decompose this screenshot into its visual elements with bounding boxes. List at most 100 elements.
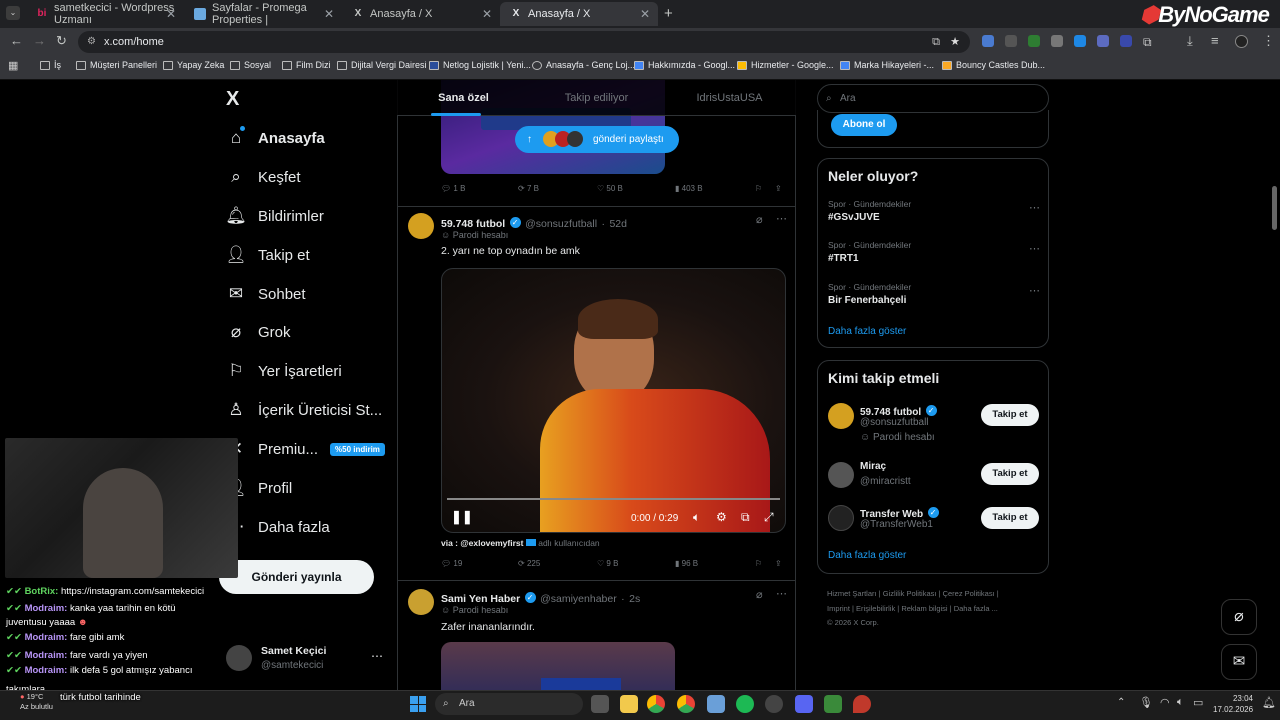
tweet-post[interactable]: Sami Yen Haber ✓ @samiyenhaber · 2s ⌀ ⋯ …	[398, 581, 795, 690]
site-info-icon[interactable]: ⚙	[87, 31, 96, 53]
author-handle[interactable]: @sonsuzfutball	[525, 218, 597, 230]
like-button[interactable]: ♡ 9 B	[597, 559, 675, 568]
battery-icon[interactable]: ▭	[1193, 696, 1203, 709]
like-button[interactable]: ♡ 50 B	[597, 184, 675, 193]
follow-suggestion[interactable]: Transfer Web ✓ @TransferWeb1 Takip et	[828, 503, 1040, 535]
back-icon[interactable]: ←	[10, 33, 23, 48]
reply-button[interactable]: 💬︎ 19	[441, 559, 518, 568]
bookmark-is[interactable]: İş	[40, 60, 61, 70]
nav-premium[interactable]: ✕Premiu... %50 indirim	[226, 431, 385, 467]
app-icon[interactable]	[707, 695, 725, 713]
nav-follow[interactable]: 👤︎ Takip et	[225, 237, 310, 273]
apps-grid-icon[interactable]: ▦	[8, 59, 18, 72]
volume-icon[interactable]: 🔈︎	[1177, 696, 1184, 709]
nav-grok[interactable]: ⌀ Grok	[226, 314, 291, 350]
notification-icon[interactable]: 🔔︎	[1262, 696, 1276, 709]
bookmark-yapay-zeka[interactable]: Yapay Zeka	[163, 60, 224, 70]
bookmark-sosyal[interactable]: Sosyal	[230, 60, 271, 70]
start-button[interactable]	[410, 696, 426, 712]
author-name[interactable]: 59.748 futbol	[441, 218, 505, 230]
extension-6-icon[interactable]	[1097, 35, 1109, 47]
more-icon[interactable]: ⋯	[1029, 284, 1040, 297]
reading-list-icon[interactable]: ≡	[1211, 33, 1219, 48]
messages-float-button[interactable]: ✉	[1221, 644, 1257, 680]
tweet-media[interactable]	[441, 642, 675, 690]
puzzle-icon[interactable]: ⧉	[1143, 35, 1152, 50]
nav-explore[interactable]: ⌕ Keşfet	[226, 159, 300, 195]
close-tab-icon[interactable]: ✕	[640, 7, 650, 21]
maps-icon[interactable]	[853, 695, 871, 713]
search-input[interactable]: ⌕ Ara	[817, 84, 1049, 113]
repost-button[interactable]: ⟳ 225	[518, 559, 597, 568]
tab-x-home-2[interactable]: X Anasayfa / X ✕	[500, 2, 658, 26]
follow-suggestion[interactable]: 59.748 futbol ✓ @sonsuzfutball ☺ Parodi …	[828, 401, 1040, 447]
more-icon[interactable]: ⋯	[776, 587, 787, 600]
tab-following[interactable]: Takip ediliyor	[530, 80, 663, 115]
bookmark-icon[interactable]: ⚐	[755, 184, 775, 193]
account-switcher[interactable]: Samet Keçici @samtekecici ⋯	[226, 643, 386, 675]
page-scrollbar[interactable]	[1272, 186, 1277, 230]
trend-item[interactable]: Spor · Gündemdekiler #GSvJUVE ⋯	[828, 199, 1040, 223]
video-player[interactable]: ❚❚ 0:00 / 0:29 🔈︎ ⚙ ⧉ ⤢	[441, 268, 786, 533]
views-button[interactable]: ▮ 403 B	[675, 184, 755, 193]
nav-chat[interactable]: ✉ Sohbet	[226, 276, 306, 312]
app-icon[interactable]	[765, 695, 783, 713]
fullscreen-icon[interactable]: ⤢	[764, 510, 774, 525]
bookmark-musteri[interactable]: Müşteri Panelleri	[76, 60, 157, 70]
subscribe-button[interactable]: Abone ol	[831, 114, 897, 136]
app-icon[interactable]	[824, 695, 842, 713]
follow-button[interactable]: Takip et	[981, 507, 1039, 529]
post-time[interactable]: 52d	[609, 218, 627, 230]
extension-3-icon[interactable]	[1028, 35, 1040, 47]
tab-list[interactable]: IdrisUstaUSA	[663, 80, 796, 115]
footer-links[interactable]: Imprint | Erişilebilirlik | Reklam bilgi…	[827, 604, 998, 613]
download-ext-icon[interactable]	[1120, 35, 1132, 47]
tab-search-button[interactable]: ⌄	[6, 6, 20, 20]
new-tab-button[interactable]: +	[664, 5, 673, 22]
trend-item[interactable]: Spor · Gündemdekiler Bir Fenerbahçeli ⋯	[828, 282, 1040, 306]
trend-item[interactable]: Spor · Gündemdekiler #TRT1 ⋯	[828, 240, 1040, 264]
mic-icon[interactable]: 🎙︎	[1139, 696, 1153, 709]
discord-icon[interactable]	[795, 695, 813, 713]
task-view-icon[interactable]	[591, 695, 609, 713]
nav-home[interactable]: ⌂ Anasayfa	[226, 120, 325, 156]
profile-avatar[interactable]	[1235, 35, 1248, 48]
nav-notifications[interactable]: 🔔︎ Bildirimler	[225, 198, 324, 234]
grok-float-button[interactable]: ⌀	[1221, 599, 1257, 635]
views-button[interactable]: ▮ 96 B	[675, 559, 755, 568]
bookmark-marka[interactable]: Marka Hikayeleri -...	[840, 60, 934, 70]
install-icon[interactable]: ⧉	[932, 31, 940, 53]
nav-bookmarks[interactable]: ⚐ Yer İşaretleri	[226, 353, 341, 389]
more-icon[interactable]: ⋯	[776, 212, 787, 225]
bookmark-vergi[interactable]: Dijital Vergi Dairesi	[337, 60, 427, 70]
repost-button[interactable]: ⟳ 7 B	[518, 184, 597, 193]
share-pill[interactable]: ↑ gönderi paylaştı	[515, 126, 679, 153]
forward-icon[interactable]: →	[33, 33, 46, 48]
tray-chevron-icon[interactable]: ⌃	[1117, 697, 1125, 708]
close-tab-icon[interactable]: ✕	[166, 7, 176, 21]
settings-icon[interactable]: ⚙	[716, 510, 727, 524]
show-more-link[interactable]: Daha fazla göster	[828, 326, 906, 337]
extension-5-icon[interactable]	[1074, 35, 1086, 47]
menu-kebab-icon[interactable]: ⋮	[1262, 33, 1275, 49]
author-name[interactable]: Sami Yen Haber	[441, 593, 520, 605]
file-explorer-icon[interactable]	[620, 695, 638, 713]
address-bar[interactable]: ⚙ x.com/home ⧉ ★	[78, 31, 970, 53]
wifi-icon[interactable]: ◠	[1160, 696, 1170, 709]
bookmark-icon[interactable]: ⚐	[755, 559, 775, 568]
account-more-icon[interactable]: ⋯	[371, 649, 383, 663]
bookmark-hizmetler[interactable]: Hizmetler - Google...	[737, 60, 834, 70]
post-button[interactable]: Gönderi yayınla	[219, 560, 374, 594]
spotify-icon[interactable]	[736, 695, 754, 713]
grok-icon[interactable]: ⌀	[756, 213, 763, 226]
chrome-profile-icon[interactable]	[677, 695, 695, 713]
extension-1-icon[interactable]	[982, 35, 994, 47]
mute-icon[interactable]: 🔈︎	[693, 510, 700, 525]
tab-wordpress[interactable]: bi sametkecici - Wordpress Uzmanı ✕	[26, 2, 184, 26]
who-show-more-link[interactable]: Daha fazla göster	[828, 550, 906, 561]
close-tab-icon[interactable]: ✕	[324, 7, 334, 21]
bookmark-film-dizi[interactable]: Film Dizi	[282, 60, 331, 70]
follow-button[interactable]: Takip et	[981, 404, 1039, 426]
share-icon[interactable]: ⇪	[775, 559, 782, 568]
via-text[interactable]: via : @exlovemyfirst	[441, 538, 523, 548]
